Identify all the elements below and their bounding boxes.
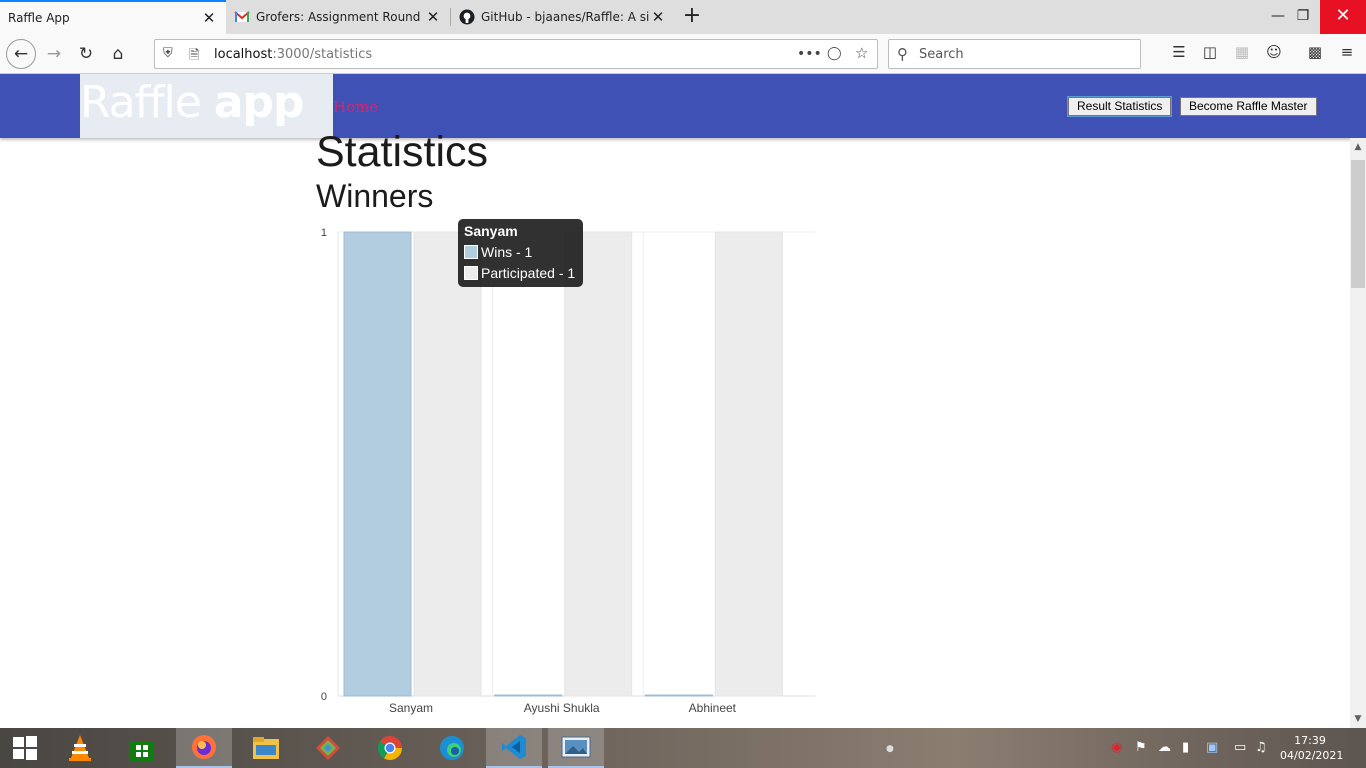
adobe-tray-icon[interactable]: ◉	[1111, 740, 1122, 755]
new-tab-button[interactable]: +	[679, 4, 705, 30]
participated-swatch	[464, 266, 478, 280]
app-header: Raffle app Home Result Statistics Become…	[0, 74, 1366, 138]
tooltip-title: Sanyam	[464, 223, 518, 239]
close-icon[interactable]: ✕	[649, 8, 667, 26]
browser-tab-strip: Raffle App ✕ Grofers: Assignment Round |…	[0, 0, 1366, 34]
browser-navbar: ← → ↻ ⌂ ⛨ 🗎 localhost:3000/statistics ••…	[0, 34, 1366, 74]
url-path: :3000/statistics	[272, 47, 373, 62]
logo-text: Raffle app	[80, 77, 305, 128]
clock-date: 04/02/2021	[1280, 749, 1344, 762]
search-bar[interactable]: ⚲ Search	[888, 39, 1141, 69]
bar-participated-1	[413, 231, 482, 697]
extension-icon[interactable]: ▦	[1231, 43, 1253, 65]
account-icon[interactable]: ☺	[1263, 43, 1285, 65]
onedrive-icon[interactable]: ☁	[1158, 740, 1171, 755]
restore-button[interactable]: ❐	[1281, 0, 1325, 34]
winners-bar-chart: 0 1 Sanyam Ayushi Shukla Abhineet	[321, 227, 815, 715]
x-tick-label: Abhineet	[689, 701, 737, 715]
vpn-tray-icon[interactable]: ▣	[1206, 740, 1218, 755]
page-scrollbar[interactable]: ▲ ▼	[1350, 138, 1366, 728]
app-logo[interactable]: Raffle app	[80, 74, 333, 138]
bar-participated-3	[714, 231, 783, 697]
tooltip-row-wins: Wins - 1	[464, 244, 532, 260]
scroll-down-arrow[interactable]: ▼	[1350, 714, 1366, 724]
y-tick-label: 0	[321, 691, 327, 703]
tooltip-wins-text: Wins - 1	[481, 244, 533, 260]
scrollbar-thumb[interactable]	[1351, 160, 1365, 288]
extensions-puzzle-icon[interactable]: ▩	[1304, 43, 1326, 65]
windows-start-icon[interactable]	[0, 728, 50, 768]
pocket-icon[interactable]: ◯	[827, 46, 842, 61]
page-info-icon[interactable]: 🗎	[189, 46, 199, 68]
gmail-icon	[234, 9, 250, 25]
bar-wins-2	[494, 694, 563, 697]
shield-icon[interactable]: ⛨	[163, 46, 173, 61]
tab-title: Raffle App	[8, 11, 70, 25]
chart-tooltip: Sanyam Wins - 1 Participated - 1	[458, 219, 583, 287]
tooltip-row-participated: Participated - 1	[464, 265, 575, 281]
home-button[interactable]: ⌂	[104, 40, 132, 68]
close-icon[interactable]: ✕	[200, 9, 218, 27]
section-title: Winners	[316, 178, 434, 214]
bar-wins-1	[343, 231, 412, 697]
bookmark-star-icon[interactable]: ☆	[855, 44, 868, 62]
scroll-up-arrow[interactable]: ▲	[1350, 142, 1366, 152]
battery-icon[interactable]: ▭	[1234, 740, 1246, 755]
forward-button[interactable]: →	[40, 40, 68, 68]
result-statistics-button[interactable]: Result Statistics	[1066, 96, 1173, 117]
url-host: localhost	[214, 47, 273, 62]
tab-title: GitHub - bjaanes/Raffle: A simp	[481, 10, 649, 24]
tab-github[interactable]: GitHub - bjaanes/Raffle: A simp ✕	[451, 0, 675, 34]
vscode-icon[interactable]	[486, 728, 542, 768]
x-tick-label: Ayushi Shukla	[524, 701, 600, 715]
bar-participated-2	[564, 231, 633, 697]
notification-tray-icon[interactable]: ⚑	[1135, 740, 1147, 755]
clock-time: 17:39	[1294, 734, 1326, 747]
y-tick-label: 1	[321, 227, 327, 239]
edge-icon[interactable]	[424, 728, 480, 768]
bar-wins-3	[644, 694, 713, 697]
system-clock[interactable]: 17:39 04/02/2021	[1280, 733, 1344, 763]
search-placeholder: Search	[919, 47, 964, 62]
back-button[interactable]: ←	[6, 39, 36, 69]
library-icon[interactable]: ☰	[1168, 43, 1190, 65]
file-explorer-icon[interactable]	[238, 728, 294, 768]
reload-button[interactable]: ↻	[72, 40, 100, 68]
tooltip-participated-text: Participated - 1	[481, 265, 576, 281]
logo-bold: app	[213, 77, 305, 128]
tray-dot: ●	[886, 744, 894, 754]
menu-icon[interactable]: ≡	[1336, 43, 1358, 65]
url-bar[interactable]: ⛨ 🗎 localhost:3000/statistics ••• ◯ ☆	[154, 39, 878, 69]
more-actions-icon[interactable]: •••	[797, 46, 822, 62]
network-icon[interactable]: ▮	[1182, 740, 1189, 755]
tab-raffle-app[interactable]: Raffle App ✕	[0, 0, 226, 34]
vlc-icon[interactable]	[52, 728, 108, 768]
sidebar-icon[interactable]: ◫	[1199, 43, 1221, 65]
photos-icon[interactable]	[548, 728, 604, 768]
wins-swatch	[464, 245, 478, 259]
close-window-button[interactable]: ✕	[1320, 0, 1366, 34]
page-title: Statistics	[316, 128, 489, 176]
app-diamond-icon[interactable]	[300, 728, 356, 768]
close-icon[interactable]: ✕	[424, 8, 442, 26]
windows-taskbar: ● ◉ ⚑ ☁ ▮ ▣ ▭ ♫ 17:39 04/02/2021	[0, 728, 1366, 768]
firefox-icon[interactable]	[176, 728, 232, 768]
tab-title: Grofers: Assignment Round | In	[256, 10, 424, 24]
x-tick-label: Sanyam	[389, 701, 433, 715]
store-icon[interactable]	[114, 728, 170, 768]
url-text: localhost:3000/statistics	[214, 47, 372, 62]
github-icon	[459, 9, 475, 25]
chrome-icon[interactable]	[362, 728, 418, 768]
logo-light: Raffle	[80, 77, 214, 128]
search-icon: ⚲	[897, 45, 908, 63]
become-raffle-master-button[interactable]: Become Raffle Master	[1180, 97, 1317, 116]
home-link[interactable]: Home	[333, 98, 378, 116]
volume-icon[interactable]: ♫	[1255, 740, 1267, 755]
tab-grofers[interactable]: Grofers: Assignment Round | In ✕	[226, 0, 450, 34]
